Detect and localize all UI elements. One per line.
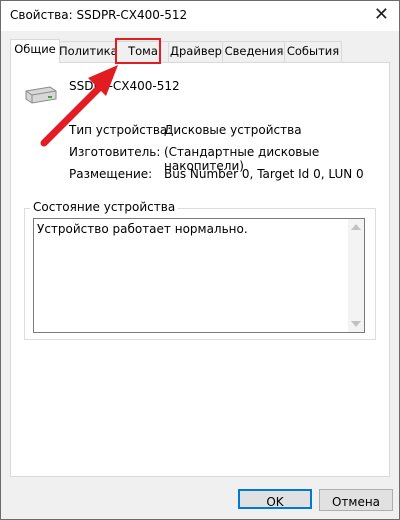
ok-button[interactable]: OK <box>238 489 312 509</box>
scroll-down-icon[interactable] <box>351 321 361 327</box>
window-title: Свойства: SSDPR-CX400-512 <box>10 8 188 22</box>
tab-details[interactable]: Сведения <box>222 41 286 62</box>
status-textbox[interactable]: Устройство работает нормально. <box>33 218 365 333</box>
tab-driver[interactable]: Драйвер <box>168 41 224 62</box>
location-value: Bus Number 0, Target Id 0, LUN 0 <box>164 167 364 181</box>
cancel-button[interactable]: Отмена <box>319 489 393 511</box>
properties-dialog: Свойства: SSDPR-CX400-512 ✕ Общие Полити… <box>0 0 400 520</box>
tab-policy[interactable]: Политика <box>58 41 118 62</box>
device-status-title: Состояние устройства <box>30 200 179 214</box>
manufacturer-label: Изготовитель: <box>69 145 161 159</box>
device-name: SSDPR-CX400-512 <box>69 79 180 93</box>
title-bar[interactable]: Свойства: SSDPR-CX400-512 ✕ <box>1 1 399 31</box>
device-type-value: Дисковые устройства <box>164 123 302 137</box>
device-type-label: Тип устройства: <box>69 123 172 137</box>
scroll-up-icon[interactable] <box>351 224 361 230</box>
device-status-group: Состояние устройства Устройство работает… <box>24 200 376 340</box>
tab-volumes-highlight <box>115 38 161 64</box>
drive-icon <box>25 86 57 104</box>
location-label: Размещение: <box>69 167 153 181</box>
tab-general[interactable]: Общие <box>10 39 60 63</box>
tab-events[interactable]: События <box>284 41 342 62</box>
close-icon[interactable]: ✕ <box>374 5 389 25</box>
general-panel: SSDPR-CX400-512 Тип устройства: Дисковые… <box>10 62 390 477</box>
status-text: Устройство работает нормально. <box>37 222 248 236</box>
status-scrollbar[interactable] <box>348 219 364 332</box>
tab-strip: Общие Политика Тома Драйвер Сведения Соб… <box>10 39 390 63</box>
